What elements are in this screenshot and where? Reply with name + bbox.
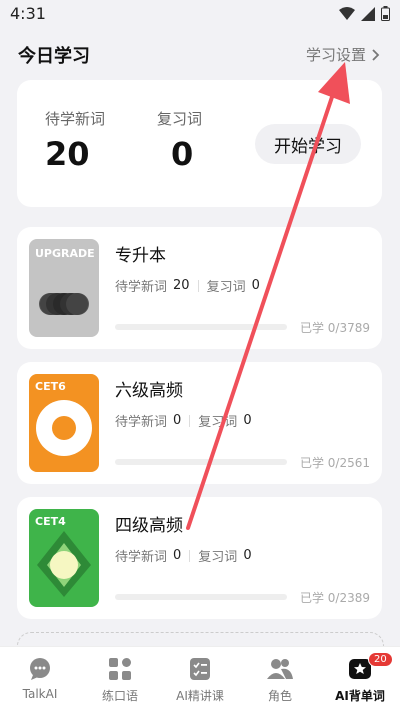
nav-item-talkai[interactable]: TalkAI (0, 647, 80, 711)
signal-icon (361, 6, 375, 21)
new-words-value: 0 (173, 413, 182, 428)
chevron-right-icon (372, 48, 380, 61)
review-words-value: 0 (243, 548, 252, 563)
bottom-nav: TalkAI 练口语 AI精讲课 角色 20 AI背单词 (0, 646, 400, 711)
book-title: 专升本 (115, 246, 166, 266)
new-words-label: 待学新词 (115, 280, 168, 295)
battery-icon (381, 6, 390, 21)
book-card-upgrade[interactable]: UPGRADE 专升本 待学新词 20 复习词 0 已学 0/3789 (17, 227, 382, 349)
daily-summary-card: 待学新词 20 复习词 0 开始学习 (17, 80, 382, 207)
nav-item-roles[interactable]: 角色 (240, 647, 320, 711)
progress-text: 已学 0/2389 (299, 591, 370, 605)
header: 今日学习 学习设置 (0, 36, 400, 72)
status-bar: 4:31 (0, 0, 400, 28)
diamond-logo-icon (37, 531, 91, 597)
ring-logo-icon (36, 400, 92, 456)
start-study-button[interactable]: 开始学习 (255, 124, 361, 164)
status-icons (339, 6, 390, 21)
nav-item-ai-course[interactable]: AI精讲课 (160, 647, 240, 711)
nav-item-speaking[interactable]: 练口语 (80, 647, 160, 711)
people-icon (267, 659, 293, 679)
page-title: 今日学习 (18, 46, 90, 67)
nav-label: 练口语 (101, 689, 138, 703)
review-words-value: 0 (243, 413, 252, 428)
checklist-icon (190, 658, 210, 680)
nav-label: AI精讲课 (176, 689, 224, 703)
new-words-stat: 待学新词 20 (45, 108, 105, 173)
new-words-value: 0 (173, 548, 182, 563)
new-words-label: 待学新词 (115, 415, 168, 430)
divider (189, 549, 191, 562)
progress-bar (115, 459, 287, 465)
study-settings-button[interactable]: 学习设置 (306, 44, 380, 65)
review-words-value: 0 (251, 278, 260, 293)
divider (189, 414, 191, 427)
new-words-value: 20 (45, 135, 90, 173)
book-stats: 待学新词 0 复习词 0 (115, 411, 252, 430)
review-words-value: 0 (171, 135, 194, 173)
progress-text: 已学 0/3789 (299, 321, 370, 335)
wifi-icon (339, 6, 355, 20)
status-time: 4:31 (10, 4, 46, 23)
book-stats: 待学新词 20 复习词 0 (115, 276, 260, 295)
nav-label: 角色 (267, 689, 292, 703)
book-cover-upgrade: UPGRADE (29, 239, 99, 337)
book-title: 六级高频 (115, 381, 183, 401)
review-words-label: 复习词 (198, 415, 238, 430)
chat-bubble-icon (30, 658, 50, 680)
divider (197, 279, 199, 292)
nav-label: AI背单词 (335, 689, 385, 703)
book-cover-cet6: CET6 (29, 374, 99, 472)
new-words-label: 待学新词 (115, 550, 168, 565)
vocab-badge: 20 (368, 652, 393, 667)
book-card-cet4[interactable]: CET4 四级高频 待学新词 0 复习词 0 已学 0/2389 (17, 497, 382, 619)
book-stats: 待学新词 0 复习词 0 (115, 546, 252, 565)
book-cover-cet4: CET4 (29, 509, 99, 607)
new-words-label: 待学新词 (45, 110, 106, 128)
progress-bar (115, 594, 287, 600)
book-title: 四级高频 (115, 516, 183, 536)
review-words-label: 复习词 (198, 550, 238, 565)
nav-item-ai-vocab[interactable]: 20 AI背单词 (320, 647, 400, 711)
grid-icon (109, 658, 131, 680)
study-settings-label: 学习设置 (305, 46, 366, 64)
review-words-label: 复习词 (206, 280, 246, 295)
waves-logo-icon (39, 293, 89, 315)
new-words-value: 20 (173, 278, 190, 293)
nav-label: TalkAI (22, 687, 58, 701)
progress-bar (115, 324, 287, 330)
book-card-cet6[interactable]: CET6 六级高频 待学新词 0 复习词 0 已学 0/2561 (17, 362, 382, 484)
review-words-label: 复习词 (157, 110, 203, 128)
progress-text: 已学 0/2561 (299, 456, 370, 470)
review-words-stat: 复习词 0 (157, 108, 202, 173)
